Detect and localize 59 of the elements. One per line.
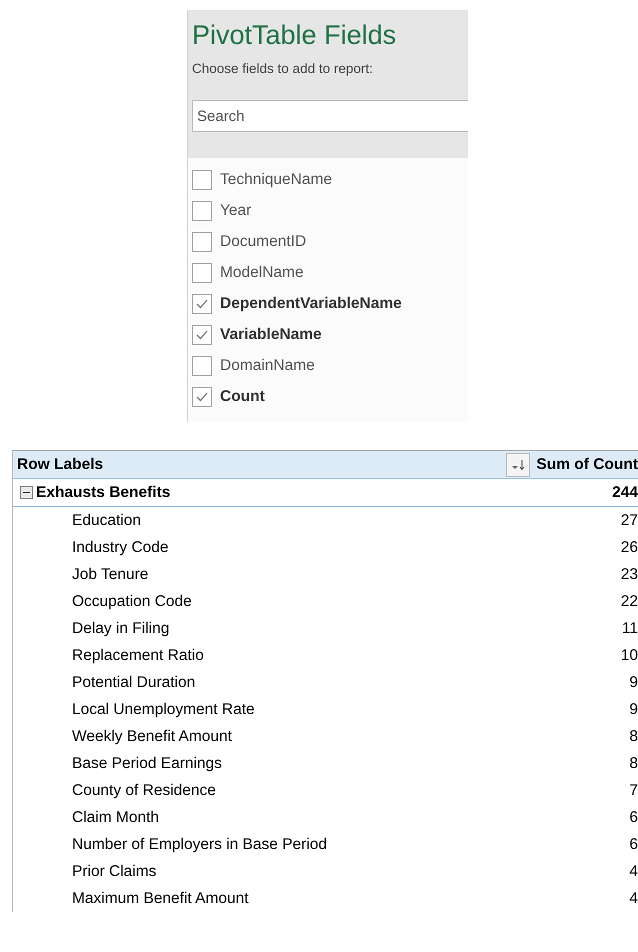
row-label: Base Period Earnings (71, 754, 223, 772)
sort-filter-button[interactable] (506, 452, 530, 476)
column-header: Sum of Count (536, 456, 638, 474)
row-label: Occupation Code (71, 592, 193, 610)
checkbox[interactable] (192, 386, 212, 406)
row-value: 4 (629, 890, 638, 908)
field-label: ModelName (220, 264, 304, 282)
group-total: 244 (612, 484, 638, 502)
row-label: Maximum Benefit Amount (71, 890, 250, 908)
field-label: TechniqueName (220, 170, 332, 188)
sort-icon (510, 458, 526, 470)
search-field[interactable]: Search (192, 100, 468, 132)
row-value: 8 (629, 754, 638, 772)
row-label: Replacement Ratio (71, 646, 205, 664)
checkbox[interactable] (192, 200, 212, 220)
checkmark-icon (196, 392, 208, 402)
field-label: DocumentID (220, 232, 306, 250)
row-value: 4 (629, 862, 638, 880)
collapse-button[interactable] (20, 486, 33, 499)
row-value: 10 (620, 646, 638, 664)
checkbox[interactable] (192, 232, 212, 252)
row-value: 9 (629, 700, 638, 718)
row-label: Industry Code (71, 538, 170, 556)
panel-subtitle: Choose fields to add to report: (192, 61, 374, 76)
panel-title: PivotTable Fields (192, 20, 398, 51)
field-label: Year (220, 202, 252, 220)
row-value: 11 (622, 620, 638, 638)
field-label: Count (220, 388, 265, 406)
row-label: Delay in Filing (71, 620, 170, 638)
checkmark-icon (196, 298, 208, 308)
field-label: VariableName (220, 326, 322, 344)
row-label: Claim Month (71, 808, 160, 826)
field-label: DependentVariableName (220, 294, 402, 312)
row-value: 23 (620, 566, 638, 584)
row-label: Number of Employers in Base Period (71, 836, 328, 854)
checkbox[interactable] (192, 262, 212, 282)
row-value: 22 (620, 592, 638, 610)
row-value: 7 (629, 782, 638, 800)
row-label: Education (71, 512, 142, 530)
row-value: 27 (620, 512, 638, 530)
row-label: County of Residence (71, 782, 217, 800)
row-value: 8 (629, 728, 638, 746)
field-label: DomainName (220, 356, 315, 374)
group-label: Exhausts Benefits (36, 484, 172, 502)
checkbox[interactable] (192, 294, 212, 314)
row-label: Weekly Benefit Amount (71, 728, 233, 746)
row-label: Job Tenure (71, 566, 150, 584)
column-header: Row Labels (16, 456, 104, 474)
row-value: 26 (620, 538, 638, 556)
row-label: Potential Duration (71, 674, 196, 692)
row-label: Local Unemployment Rate (71, 700, 256, 718)
checkbox[interactable] (192, 356, 212, 376)
checkmark-icon (196, 330, 208, 340)
row-value: 6 (629, 808, 638, 826)
checkbox[interactable] (192, 170, 212, 190)
row-label: Prior Claims (71, 862, 158, 880)
checkbox[interactable] (192, 324, 212, 344)
row-value: 9 (629, 674, 638, 692)
row-value: 6 (629, 836, 638, 854)
